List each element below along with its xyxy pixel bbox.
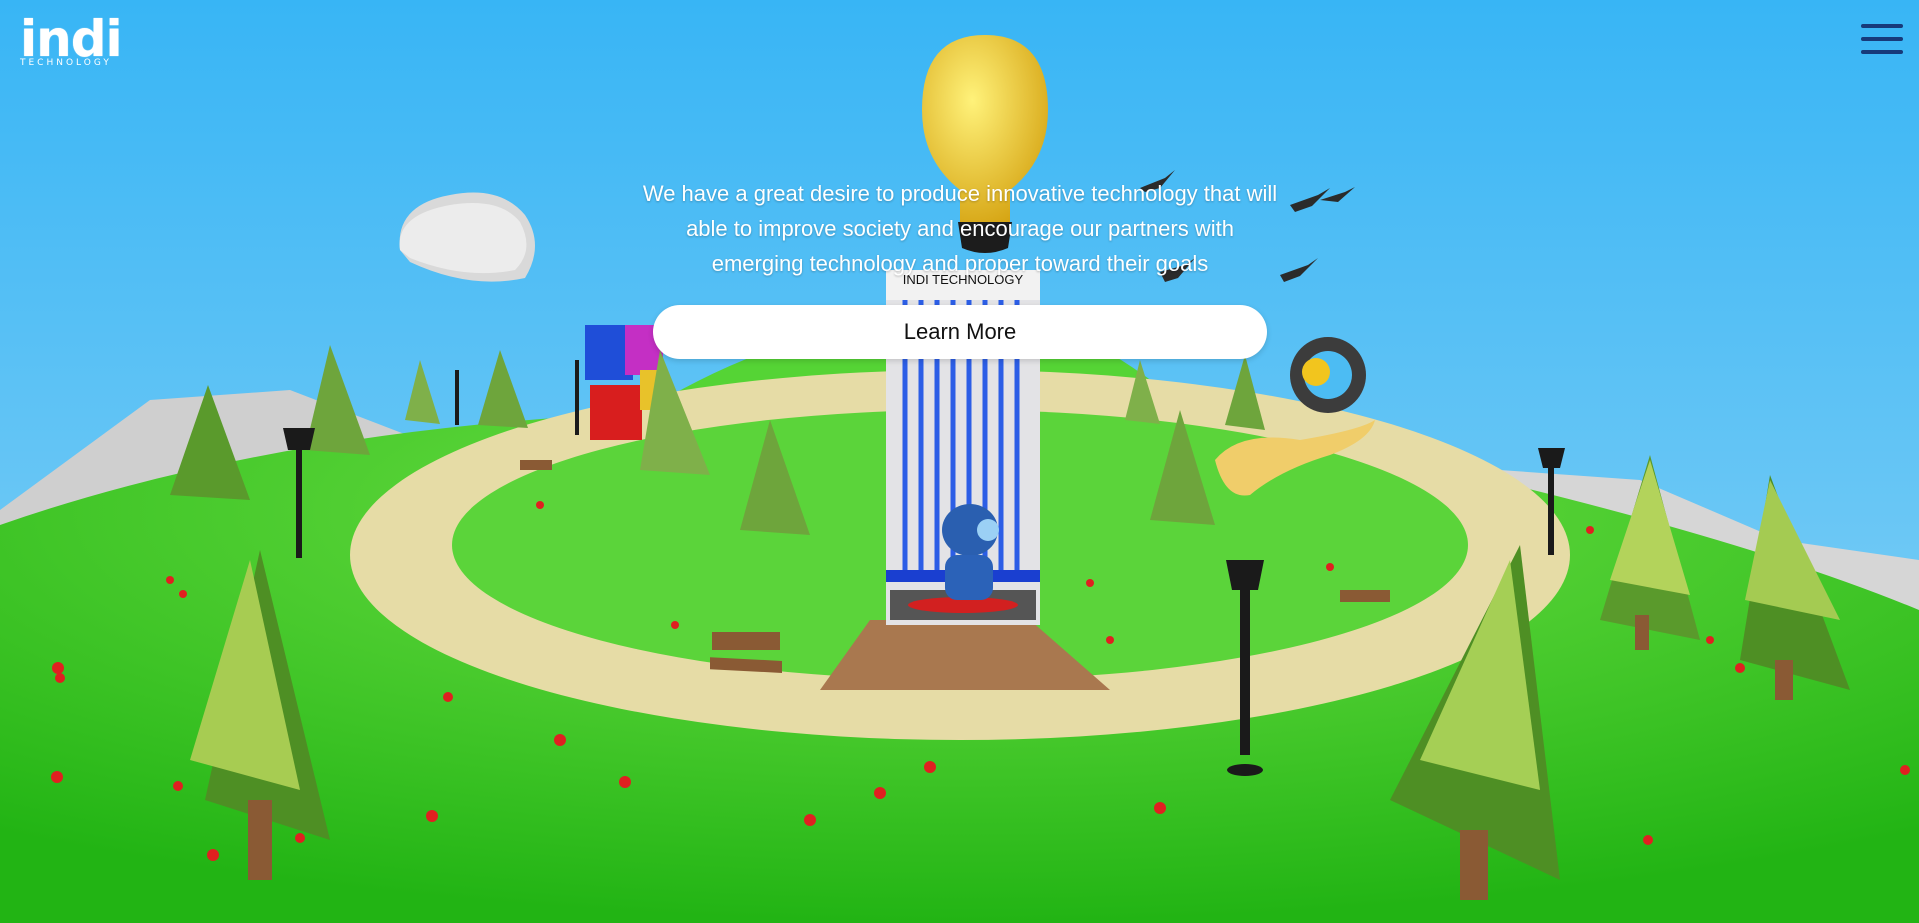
- hamburger-menu-icon[interactable]: [1861, 24, 1903, 60]
- menu-bar: [1861, 37, 1903, 41]
- 3d-park-scene: [0, 0, 1919, 923]
- menu-bar: [1861, 24, 1903, 28]
- logo-wordmark: indi: [20, 10, 123, 68]
- hero-description: We have a great desire to produce innova…: [642, 181, 1278, 276]
- learn-more-button[interactable]: Learn More: [653, 305, 1267, 359]
- menu-bar: [1861, 50, 1903, 54]
- logo-subtext: TECHNOLOGY: [20, 58, 112, 68]
- brand-logo[interactable]: indi TECHNOLOGY: [20, 10, 124, 68]
